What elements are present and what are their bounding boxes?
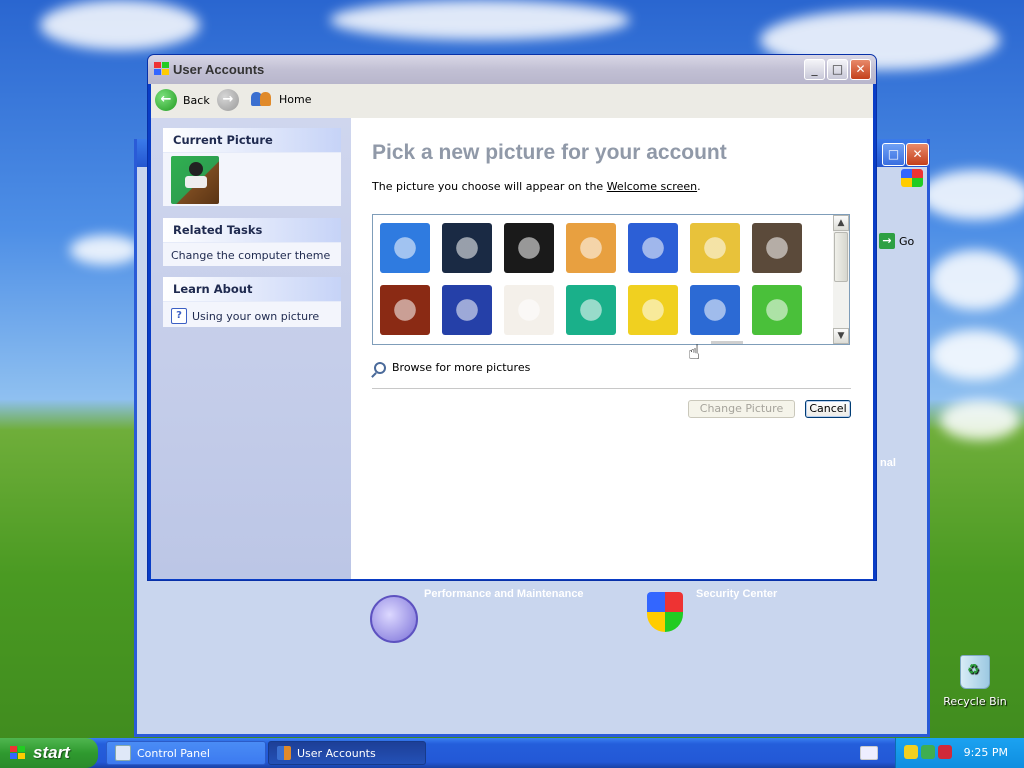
picture-dirt-bike[interactable] — [442, 285, 492, 335]
picture-fish[interactable] — [690, 285, 740, 335]
shield-icon[interactable] — [938, 745, 952, 759]
forward-arrow-icon: → — [217, 89, 239, 111]
related-tasks-header: Related Tasks — [163, 218, 341, 243]
picture-beach-chairs[interactable] — [566, 223, 616, 273]
forward-button[interactable]: → — [217, 89, 239, 111]
window-title: User Accounts — [173, 62, 265, 77]
scroll-up-button[interactable]: ▲ — [833, 215, 849, 231]
scrollbar-thumb[interactable] — [834, 232, 848, 282]
picture-airplane[interactable] — [380, 223, 430, 273]
picture-race-car[interactable] — [690, 223, 740, 273]
picture-butterfly[interactable] — [628, 223, 678, 273]
related-tasks-panel: Related Tasks Change the computer theme — [163, 218, 341, 266]
windows-flag-icon — [901, 169, 923, 187]
current-picture-panel: Current Picture — [163, 128, 341, 206]
cloud — [940, 400, 1020, 440]
recycle-bin-icon — [960, 655, 990, 689]
recycle-bin[interactable]: Recycle Bin — [940, 655, 1010, 708]
system-tray: 9:25 PM — [895, 738, 1024, 768]
browse-pictures-link[interactable]: Browse for more pictures — [374, 361, 530, 374]
change-picture-button[interactable]: Change Picture — [688, 400, 795, 418]
learn-about-header: Learn About — [163, 277, 341, 302]
security-center-link[interactable]: Security Center — [696, 588, 777, 600]
divider — [372, 388, 851, 389]
home-button[interactable]: Home — [251, 89, 311, 109]
learn-about-panel: Learn About ? Using your own picture — [163, 277, 341, 327]
bg-maximize-button[interactable]: □ — [882, 143, 905, 166]
bg-close-button[interactable]: ✕ — [906, 143, 929, 166]
window-titlebar[interactable]: User Accounts _ □ ✕ — [148, 55, 876, 84]
cloud — [70, 235, 140, 265]
using-own-picture-link[interactable]: ? Using your own picture — [171, 308, 333, 324]
security-shield-icon — [647, 592, 683, 632]
picture-list-scrollbar[interactable]: ▲ ▼ — [833, 215, 849, 344]
go-arrow-icon: → — [879, 233, 895, 249]
clock[interactable]: 9:25 PM — [964, 746, 1008, 759]
performance-maintenance-link[interactable]: Performance and Maintenance — [424, 588, 584, 600]
security-alert-icon[interactable] — [904, 745, 918, 759]
cloud — [40, 0, 200, 50]
current-picture-header: Current Picture — [163, 128, 341, 153]
navigation-toolbar: ← Back → Home — [151, 84, 873, 119]
user-accounts-icon — [154, 62, 170, 76]
picture-chess[interactable] — [380, 285, 430, 335]
minimize-button[interactable]: _ — [804, 59, 825, 80]
picture-owl[interactable] — [752, 223, 802, 273]
hover-indicator — [711, 341, 743, 344]
control-panel-icon — [115, 745, 131, 761]
start-button[interactable]: start — [0, 738, 98, 768]
magnifier-icon — [374, 361, 386, 374]
welcome-screen-link[interactable]: Welcome screen — [607, 180, 697, 193]
picture-list[interactable]: ▲ ▼ — [372, 214, 850, 345]
partial-category-label: nal — [880, 457, 896, 469]
change-theme-link[interactable]: Change the computer theme — [171, 249, 333, 262]
user-accounts-window[interactable]: User Accounts _ □ ✕ ← Back → Home Curren… — [147, 54, 877, 581]
maximize-button[interactable]: □ — [827, 59, 848, 80]
hand-cursor-icon: ☝ — [688, 340, 701, 364]
go-button[interactable]: → Go — [879, 233, 914, 249]
scroll-down-button[interactable]: ▼ — [833, 328, 849, 344]
taskbar: start Control Panel User Accounts 9:25 P… — [0, 738, 1024, 768]
picture-dog[interactable] — [504, 285, 554, 335]
task-sidebar: Current Picture Related Tasks Change the… — [151, 118, 351, 579]
page-description: The picture you choose will appear on th… — [372, 180, 701, 193]
back-button[interactable]: ← Back — [155, 89, 210, 111]
windows-logo-icon — [10, 746, 26, 760]
current-picture-image — [171, 156, 219, 204]
picture-duck[interactable] — [628, 285, 678, 335]
cloud — [930, 250, 1020, 310]
cloud — [330, 0, 630, 40]
cloud — [920, 170, 1024, 220]
main-content: Pick a new picture for your account The … — [351, 118, 873, 579]
users-home-icon — [251, 89, 273, 109]
performance-icon — [370, 595, 418, 643]
picture-frog[interactable] — [752, 285, 802, 335]
taskbar-control-panel[interactable]: Control Panel — [106, 741, 266, 765]
cloud — [930, 330, 1020, 380]
user-accounts-taskbar-icon — [277, 746, 291, 760]
network-icon[interactable] — [921, 745, 935, 759]
back-arrow-icon: ← — [155, 89, 177, 111]
help-icon: ? — [171, 308, 187, 324]
picture-astronaut[interactable] — [442, 223, 492, 273]
page-title: Pick a new picture for your account — [372, 141, 727, 164]
keyboard-icon[interactable] — [860, 746, 878, 760]
cancel-button[interactable]: Cancel — [805, 400, 851, 418]
close-button[interactable]: ✕ — [850, 59, 871, 80]
picture-drip[interactable] — [566, 285, 616, 335]
picture-soccer-ball[interactable] — [504, 223, 554, 273]
taskbar-user-accounts[interactable]: User Accounts — [268, 741, 426, 765]
